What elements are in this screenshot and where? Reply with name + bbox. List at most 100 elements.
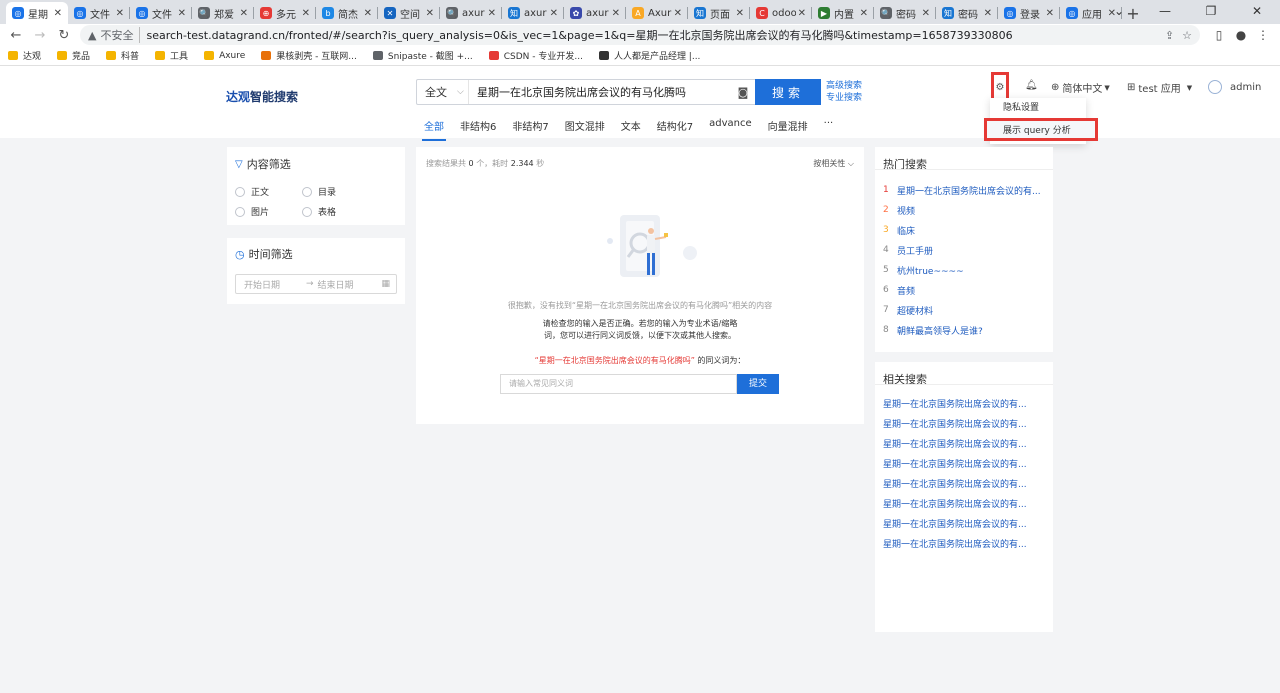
profile-icon[interactable]: ● xyxy=(1230,28,1252,42)
result-type-tab[interactable]: 结构化7 xyxy=(649,112,701,141)
browser-tab[interactable]: ◎ 文件 ✕ xyxy=(68,2,130,24)
result-type-tab[interactable]: ··· xyxy=(816,112,842,141)
browser-tab[interactable]: 知 axur ✕ xyxy=(502,2,564,24)
option-body[interactable]: 正文 xyxy=(235,185,269,198)
browser-tab[interactable]: 知密码 ✕ xyxy=(936,2,998,24)
pro-search-link[interactable]: 专业搜索 xyxy=(826,92,862,104)
related-search-item[interactable]: 星期一在北京国务院出席会议的有... xyxy=(883,455,1043,475)
close-tab-icon[interactable]: ✕ xyxy=(54,8,62,19)
date-range-picker[interactable]: 开始日期 → 结束日期 ▦ xyxy=(235,274,397,294)
related-search-item[interactable]: 星期一在北京国务院出席会议的有... xyxy=(883,415,1043,435)
side-panel-icon[interactable]: ▯ xyxy=(1208,28,1230,42)
close-tab-icon[interactable]: ✕ xyxy=(550,8,558,19)
browser-tab[interactable]: ✿ axur ✕ xyxy=(564,2,626,24)
bookmark-item[interactable]: CSDN - 专业开发... xyxy=(488,49,583,62)
result-type-tab[interactable]: advance xyxy=(701,112,760,141)
close-tab-icon[interactable]: ✕ xyxy=(302,8,310,19)
related-search-item[interactable]: 星期一在北京国务院出席会议的有... xyxy=(883,395,1043,415)
result-type-tab[interactable]: 向量混排 xyxy=(760,112,816,141)
result-type-tab[interactable]: 图文混排 xyxy=(557,112,613,141)
hot-search-item[interactable]: 7 超硬材料 xyxy=(883,300,1041,320)
language-select[interactable]: ⊕ 简体中文 ▼ xyxy=(1051,80,1110,95)
option-image[interactable]: 图片 xyxy=(235,205,269,218)
start-date-input[interactable]: 开始日期 xyxy=(244,278,302,291)
browser-tab[interactable]: 知页面 ✕ xyxy=(688,2,750,24)
option-table[interactable]: 表格 xyxy=(302,205,336,218)
close-tab-icon[interactable]: ✕ xyxy=(798,8,806,19)
hot-search-item[interactable]: 8 朝鲜最高领导人是谁? xyxy=(883,320,1041,340)
end-date-input[interactable]: 结束日期 xyxy=(318,278,376,291)
forward-icon[interactable]: → xyxy=(28,28,52,43)
browser-tab[interactable]: ✕ 空间 ✕ xyxy=(378,2,440,24)
restore-icon[interactable]: ❐ xyxy=(1188,0,1234,22)
url-field[interactable]: ▲ 不安全 search-test.datagrand.cn/fronted/#… xyxy=(80,25,1200,45)
close-tab-icon[interactable]: ✕ xyxy=(1046,8,1054,19)
close-tab-icon[interactable]: ✕ xyxy=(612,8,620,19)
reload-icon[interactable]: ↻ xyxy=(52,28,76,43)
browser-tab[interactable]: ⊕ 多元 ✕ xyxy=(254,2,316,24)
url-text[interactable]: search-test.datagrand.cn/fronted/#/searc… xyxy=(146,27,1156,43)
minimize-icon[interactable]: — xyxy=(1142,0,1188,22)
hot-search-item[interactable]: 6 音频 xyxy=(883,280,1041,300)
browser-tab[interactable]: ◎ 登录 ✕ xyxy=(998,2,1060,24)
browser-tab[interactable]: ◎ 星期 ✕ xyxy=(6,2,68,24)
related-search-item[interactable]: 星期一在北京国务院出席会议的有... xyxy=(883,535,1043,555)
browser-tab[interactable]: ▶ 内置 ✕ xyxy=(812,2,874,24)
browser-tab[interactable]: A Axur ✕ xyxy=(626,2,688,24)
browser-tab[interactable]: b 简杰 ✕ xyxy=(316,2,378,24)
option-toc[interactable]: 目录 xyxy=(302,185,336,198)
bookmark-item[interactable]: 科普 xyxy=(106,49,139,62)
result-type-tab[interactable]: 文本 xyxy=(613,112,649,141)
bookmark-item[interactable]: 工具 xyxy=(155,49,188,62)
back-icon[interactable]: ← xyxy=(4,28,28,43)
share-icon[interactable]: ⇪ xyxy=(1165,29,1174,42)
related-search-item[interactable]: 星期一在北京国务院出席会议的有... xyxy=(883,495,1043,515)
browser-tab[interactable]: ◎ 文件 ✕ xyxy=(130,2,192,24)
hot-search-item[interactable]: 3 临床 xyxy=(883,220,1041,240)
result-type-tab[interactable]: 非结构7 xyxy=(504,112,556,141)
bookmark-item[interactable]: Snipaste - 截图 +... xyxy=(372,49,473,62)
close-tab-icon[interactable]: ✕ xyxy=(178,8,186,19)
hot-search-item[interactable]: 1 星期一在北京国务院出席会议的有... xyxy=(883,180,1041,200)
kebab-menu-icon[interactable]: ⋮ xyxy=(1252,28,1274,42)
close-tab-icon[interactable]: ✕ xyxy=(860,8,868,19)
related-search-item[interactable]: 星期一在北京国务院出席会议的有... xyxy=(883,515,1043,535)
star-icon[interactable]: ☆ xyxy=(1182,29,1192,42)
bookmark-item[interactable]: Axure xyxy=(204,51,245,61)
close-icon[interactable]: ✕ xyxy=(1234,0,1280,22)
search-input[interactable]: 星期一在北京国务院出席会议的有马化腾吗 xyxy=(469,84,731,100)
related-search-item[interactable]: 星期一在北京国务院出席会议的有... xyxy=(883,435,1043,455)
logo[interactable]: 达观智能搜索 xyxy=(226,88,298,105)
bookmark-item[interactable]: 竞品 xyxy=(57,49,90,62)
close-tab-icon[interactable]: ✕ xyxy=(426,8,434,19)
bookmark-item[interactable]: 果核剥壳 - 互联网... xyxy=(261,49,357,62)
hot-search-item[interactable]: 5 杭州true~~~~ xyxy=(883,260,1041,280)
bookmark-item[interactable]: 达观 xyxy=(8,49,41,62)
bookmark-item[interactable]: 人人都是产品经理 |... xyxy=(598,49,700,62)
advanced-search-link[interactable]: 高级搜索 xyxy=(826,80,862,92)
browser-tab[interactable]: 🔍 axur ✕ xyxy=(440,2,502,24)
bell-icon[interactable]: 🔔︎ xyxy=(1025,80,1038,91)
close-tab-icon[interactable]: ✕ xyxy=(364,8,372,19)
close-tab-icon[interactable]: ✕ xyxy=(116,8,124,19)
close-tab-icon[interactable]: ✕ xyxy=(488,8,496,19)
sort-select[interactable]: 按相关性 ⌵ xyxy=(813,158,854,169)
close-tab-icon[interactable]: ✕ xyxy=(984,8,992,19)
close-tab-icon[interactable]: ✕ xyxy=(922,8,930,19)
camera-icon[interactable]: ◙ xyxy=(731,86,755,99)
submit-synonym-button[interactable]: 提交 xyxy=(737,374,779,394)
synonym-input[interactable]: 请输入常见同义词 xyxy=(500,374,737,394)
hot-search-item[interactable]: 4 员工手册 xyxy=(883,240,1041,260)
privacy-settings-item[interactable]: 隐私设置 xyxy=(990,98,1086,118)
browser-tab[interactable]: Codoo ✕ xyxy=(750,2,812,24)
close-tab-icon[interactable]: ✕ xyxy=(240,8,248,19)
app-select[interactable]: ⊞ test 应用 ▼ xyxy=(1127,80,1192,95)
result-type-tab[interactable]: 全部 xyxy=(416,112,452,141)
browser-tab[interactable]: 🔍 郑爱 ✕ xyxy=(192,2,254,24)
search-button[interactable]: 搜索 xyxy=(755,79,821,105)
result-type-tab[interactable]: 非结构6 xyxy=(452,112,504,141)
hot-search-item[interactable]: 2 视频 xyxy=(883,200,1041,220)
related-search-item[interactable]: 星期一在北京国务院出席会议的有... xyxy=(883,475,1043,495)
scope-select[interactable]: 全文 ⌵ xyxy=(417,80,469,104)
close-tab-icon[interactable]: ✕ xyxy=(736,8,744,19)
